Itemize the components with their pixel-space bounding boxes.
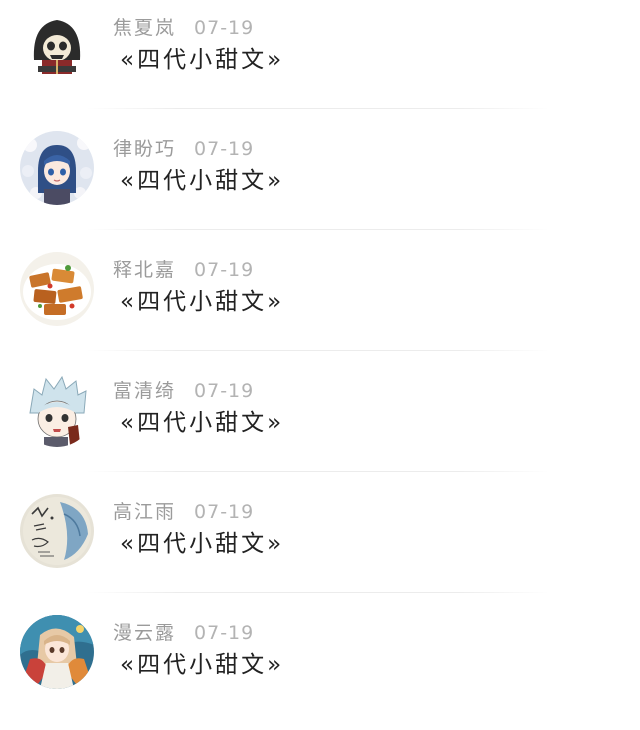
post-date: 07-19 xyxy=(194,380,255,402)
food-dish-avatar-icon xyxy=(20,252,94,326)
post-text[interactable]: «四代小甜文» xyxy=(120,405,284,441)
list-item[interactable]: 焦夏岚 07-19 «四代小甜文» xyxy=(0,4,640,125)
divider xyxy=(86,471,550,472)
post-text[interactable]: «四代小甜文» xyxy=(120,526,284,562)
divider xyxy=(86,108,550,109)
post-date: 07-19 xyxy=(194,259,255,281)
divider xyxy=(86,350,550,351)
list-item[interactable]: 富清绮 07-19 «四代小甜文» xyxy=(0,367,640,488)
author-line: 漫云露 07-19 xyxy=(113,619,254,647)
post-text[interactable]: «四代小甜文» xyxy=(120,647,284,683)
post-date: 07-19 xyxy=(194,17,255,39)
author-name[interactable]: 富清绮 xyxy=(113,380,176,402)
avatar[interactable] xyxy=(20,252,94,326)
post-text[interactable]: «四代小甜文» xyxy=(120,42,284,78)
avatar[interactable] xyxy=(20,615,94,689)
handwritten-note-avatar-icon xyxy=(20,494,94,568)
author-name[interactable]: 高江雨 xyxy=(113,501,176,523)
avatar[interactable] xyxy=(20,373,94,447)
comment-feed: 焦夏岚 07-19 «四代小甜文» 律盼巧 07-19 «四代小甜文» 释北嘉 … xyxy=(0,0,640,690)
author-name[interactable]: 焦夏岚 xyxy=(113,17,176,39)
author-name[interactable]: 漫云露 xyxy=(113,622,176,644)
author-name[interactable]: 律盼巧 xyxy=(113,138,176,160)
author-line: 富清绮 07-19 xyxy=(113,377,254,405)
list-item[interactable]: 高江雨 07-19 «四代小甜文» xyxy=(0,488,640,609)
anime-boy-silver-hair-avatar-icon xyxy=(20,373,94,447)
avatar[interactable] xyxy=(20,10,94,84)
author-line: 释北嘉 07-19 xyxy=(113,256,254,284)
hooded-skull-avatar-icon xyxy=(20,10,94,84)
author-line: 律盼巧 07-19 xyxy=(113,135,254,163)
avatar[interactable] xyxy=(20,131,94,205)
list-item[interactable]: 漫云露 07-19 «四代小甜文» xyxy=(0,609,640,730)
post-date: 07-19 xyxy=(194,138,255,160)
divider xyxy=(86,229,550,230)
list-item[interactable]: 释北嘉 07-19 «四代小甜文» xyxy=(0,246,640,367)
author-name[interactable]: 释北嘉 xyxy=(113,259,176,281)
post-text[interactable]: «四代小甜文» xyxy=(120,284,284,320)
post-text[interactable]: «四代小甜文» xyxy=(120,163,284,199)
avatar[interactable] xyxy=(20,494,94,568)
post-date: 07-19 xyxy=(194,622,255,644)
divider xyxy=(86,592,550,593)
anime-girl-colorful-avatar-icon xyxy=(20,615,94,689)
anime-girl-blue-hair-avatar-icon xyxy=(20,131,94,205)
author-line: 高江雨 07-19 xyxy=(113,498,254,526)
list-item[interactable]: 律盼巧 07-19 «四代小甜文» xyxy=(0,125,640,246)
author-line: 焦夏岚 07-19 xyxy=(113,14,254,42)
post-date: 07-19 xyxy=(194,501,255,523)
